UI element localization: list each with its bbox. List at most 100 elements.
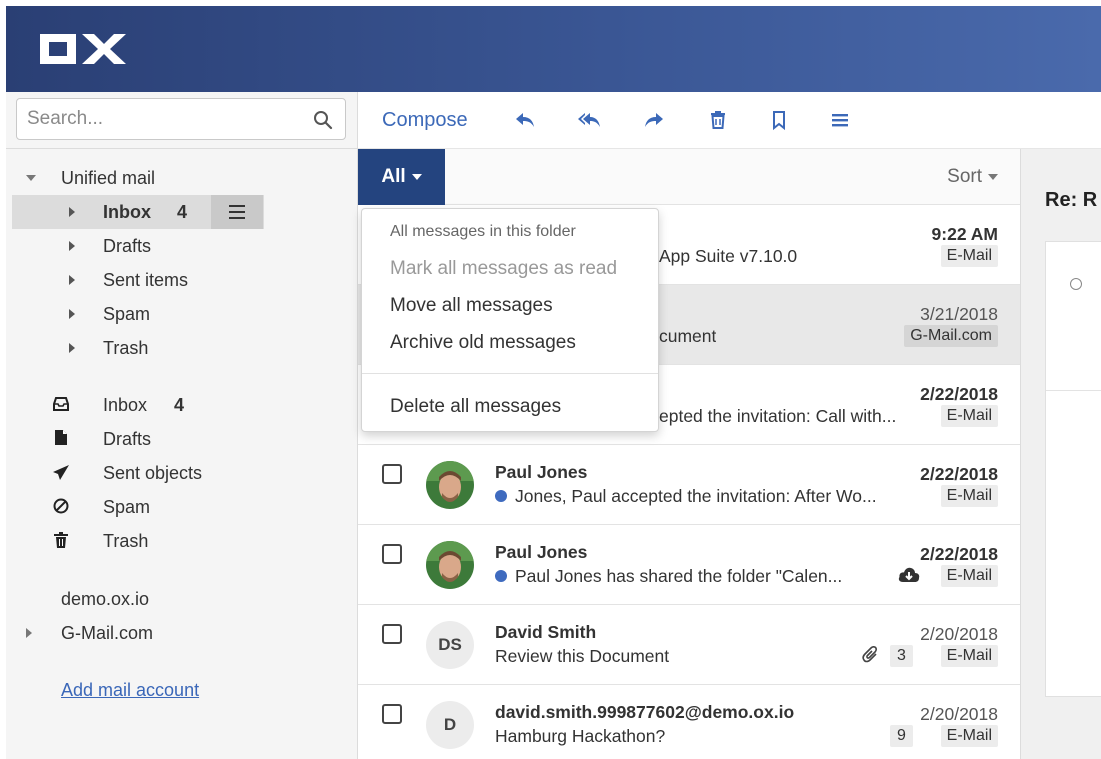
more-menu-icon[interactable] xyxy=(828,108,852,132)
drafts-caret-icon[interactable] xyxy=(69,241,75,251)
unified-sent-label[interactable]: Sent items xyxy=(103,270,188,291)
unread-dot-icon[interactable] xyxy=(495,570,507,582)
detail-divider xyxy=(1046,390,1101,391)
detail-card xyxy=(1045,241,1101,697)
contact-avatar xyxy=(426,461,474,509)
message-subject: App Suite v7.10.0 xyxy=(659,246,798,266)
ban-icon xyxy=(53,498,69,514)
bookmark-icon[interactable] xyxy=(767,108,791,132)
inbox-icon xyxy=(53,397,69,411)
paper-plane-icon xyxy=(53,465,69,480)
sort-button[interactable]: Sort xyxy=(947,166,998,188)
message-sender: David Smith xyxy=(495,622,597,642)
spam-label[interactable]: Spam xyxy=(103,497,150,518)
spam-caret-icon[interactable] xyxy=(69,309,75,319)
expand-unified-caret-icon[interactable] xyxy=(26,175,36,181)
gmail-account-label[interactable]: G-Mail.com xyxy=(61,623,153,644)
mark-all-read-menu-item: Mark all messages as read xyxy=(390,258,618,279)
trash-caret-icon[interactable] xyxy=(69,343,75,353)
message-subject-line: Paul Jones has shared the folder "Calen.… xyxy=(495,566,885,587)
unified-inbox-count: 4 xyxy=(177,202,188,222)
contact-avatar xyxy=(426,541,474,589)
message-row[interactable]: D david.smith.999877602@demo.ox.io Hambu… xyxy=(358,685,1020,759)
account-badge: G-Mail.com xyxy=(904,325,998,347)
message-checkbox[interactable] xyxy=(382,704,402,724)
message-subject: Jones, Paul accepted the invitation: Aft… xyxy=(515,486,877,506)
move-all-menu-item[interactable]: Move all messages xyxy=(390,295,553,317)
unified-trash-label[interactable]: Trash xyxy=(103,338,148,359)
filter-dropdown-button[interactable]: All xyxy=(358,149,445,205)
account-badge: E-Mail xyxy=(940,645,998,667)
account-badge: E-Mail xyxy=(940,725,998,747)
reply-icon[interactable] xyxy=(513,108,537,132)
forward-icon[interactable] xyxy=(642,108,666,132)
message-subject: Review this Document xyxy=(495,646,670,666)
message-date: 2/22/2018 xyxy=(920,464,998,484)
compose-button[interactable]: Compose xyxy=(382,109,468,132)
inbox-folder-menu-button[interactable] xyxy=(211,195,263,229)
trash-icon xyxy=(54,532,68,548)
inbox-caret-icon[interactable] xyxy=(69,207,75,217)
draft-file-icon xyxy=(55,430,67,445)
message-date: 9:22 AM xyxy=(931,224,998,244)
cloud-download-icon xyxy=(898,567,920,582)
sent-objects-label[interactable]: Sent objects xyxy=(103,463,202,484)
ox-logo[interactable] xyxy=(38,32,128,66)
message-sender: Paul Jones xyxy=(495,462,588,482)
sent-caret-icon[interactable] xyxy=(69,275,75,285)
inbox-label[interactable]: Inbox xyxy=(103,395,147,416)
archive-old-menu-item[interactable]: Archive old messages xyxy=(390,332,576,354)
add-mail-account-link[interactable]: Add mail account xyxy=(61,680,199,701)
sidebar-divider xyxy=(6,148,358,149)
inbox-unread-count: 4 xyxy=(174,395,185,415)
account-badge: E-Mail xyxy=(940,245,998,267)
folder-menu-icon xyxy=(229,205,245,219)
drafts-label[interactable]: Drafts xyxy=(103,429,151,450)
thread-count-badge: 3 xyxy=(890,645,913,667)
message-checkbox[interactable] xyxy=(382,464,402,484)
account-badge: E-Mail xyxy=(940,565,998,587)
list-header: All Sort xyxy=(358,149,1020,205)
attachment-paperclip-icon xyxy=(862,646,877,663)
gmail-caret-icon[interactable] xyxy=(26,628,32,638)
message-subject-line: Jones, Paul accepted the invitation: Aft… xyxy=(495,486,895,507)
message-date: 2/22/2018 xyxy=(920,544,998,564)
message-date: 2/22/2018 xyxy=(920,384,998,404)
trash-label[interactable]: Trash xyxy=(103,531,148,552)
account-badge: E-Mail xyxy=(940,485,998,507)
message-row[interactable]: Paul Jones Jones, Paul accepted the invi… xyxy=(358,445,1020,525)
detail-pane: Re: R xyxy=(1020,149,1101,759)
account-name[interactable]: demo.ox.io xyxy=(61,589,149,610)
message-checkbox[interactable] xyxy=(382,544,402,564)
mail-toolbar: Compose xyxy=(358,92,1101,149)
filter-dropdown-menu: All messages in this folder Mark all mes… xyxy=(361,208,659,432)
delete-all-menu-item[interactable]: Delete all messages xyxy=(390,396,561,418)
unified-inbox-label[interactable]: Inbox xyxy=(103,202,151,223)
dropdown-header: All messages in this folder xyxy=(390,223,576,240)
folder-sidebar: Unified mail Inbox 4 Drafts Sent items S… xyxy=(6,92,358,759)
caret-down-icon xyxy=(411,174,422,180)
message-row[interactable]: DS David Smith Review this Document 3 2/… xyxy=(358,605,1020,685)
unified-mail-label[interactable]: Unified mail xyxy=(61,168,155,189)
search-box xyxy=(16,98,346,140)
message-subject: cument xyxy=(659,326,717,346)
unread-dot-icon[interactable] xyxy=(495,490,507,502)
top-bar xyxy=(6,6,1101,92)
message-checkbox[interactable] xyxy=(382,624,402,644)
filter-label: All xyxy=(381,166,406,187)
message-subject: epted the invitation: Call with... xyxy=(659,406,897,426)
dropdown-divider xyxy=(362,373,658,374)
reply-all-icon[interactable] xyxy=(577,108,601,132)
unified-spam-label[interactable]: Spam xyxy=(103,304,150,325)
thread-count-badge: 9 xyxy=(890,725,913,747)
message-row[interactable]: Paul Jones Paul Jones has shared the fol… xyxy=(358,525,1020,605)
search-input[interactable] xyxy=(17,99,287,139)
detail-select-radio[interactable] xyxy=(1070,278,1082,290)
delete-icon[interactable] xyxy=(706,108,730,132)
message-subject: Hamburg Hackathon? xyxy=(495,726,666,746)
message-sender: Paul Jones xyxy=(495,542,588,562)
detail-subject-title: Re: R xyxy=(1045,189,1098,211)
message-subject: Paul Jones has shared the folder "Calen.… xyxy=(515,566,843,586)
search-icon[interactable] xyxy=(313,110,333,130)
unified-drafts-label[interactable]: Drafts xyxy=(103,236,151,257)
